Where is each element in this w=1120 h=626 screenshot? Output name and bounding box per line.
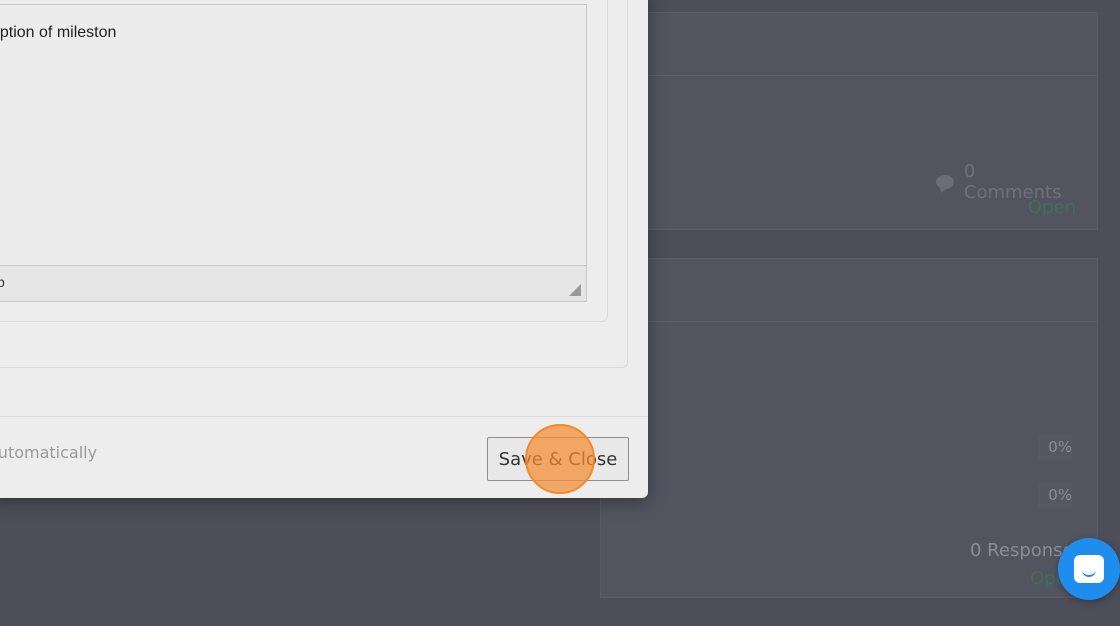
chat-icon [1074,555,1104,583]
comments-link[interactable]: 0 Comments [936,161,1078,203]
save-close-button[interactable]: Save & Close [487,437,629,481]
element-path[interactable]: p [0,274,5,290]
editor-content[interactable]: ription of mileston [0,24,116,42]
description-editor[interactable]: ription of mileston p [0,4,587,302]
survey-card-header [601,259,1097,322]
chat-launcher-button[interactable] [1058,538,1120,600]
autosave-note: automatically [0,443,98,462]
form-group: ription of mileston p [0,0,608,322]
comment-bubble-icon [936,175,954,189]
progress-value: 0% [1038,482,1072,508]
form-section: ription of mileston p [0,0,628,368]
edit-milestone-modal: ription of mileston p automatically Save… [0,0,648,498]
status-open: Open [1027,197,1076,218]
resize-grip-icon[interactable] [569,284,581,296]
progress-value: 0% [1038,434,1072,460]
modal-footer: automatically Save & Close [0,416,648,498]
editor-statusbar: p [0,265,586,301]
milestone-card-header [601,13,1097,76]
